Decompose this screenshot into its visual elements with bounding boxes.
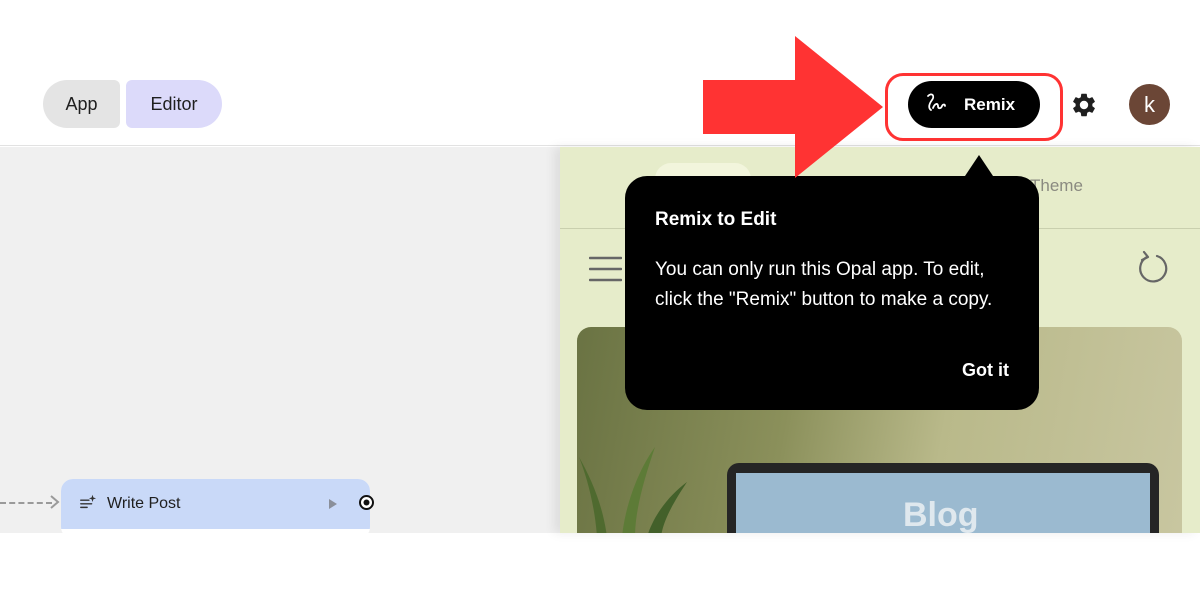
top-bar: App Editor Remix k	[0, 0, 1200, 146]
plant-illustration	[579, 447, 687, 533]
editor-canvas[interactable]: Write Post	[0, 147, 560, 539]
hero-blog-text: Blog	[903, 496, 979, 533]
node-write-post[interactable]: Write Post	[61, 479, 370, 539]
tooltip-title: Remix to Edit	[655, 209, 777, 230]
tab-editor[interactable]: Editor	[126, 80, 222, 128]
refresh-icon[interactable]	[1135, 250, 1171, 286]
avatar[interactable]: k	[1129, 84, 1170, 125]
tooltip-body: You can only run this Opal app. To edit,…	[655, 259, 993, 310]
node-header[interactable]: Write Post	[61, 479, 370, 529]
remix-icon	[924, 90, 948, 119]
edge-arrowhead-icon	[50, 495, 60, 509]
hamburger-icon[interactable]	[589, 255, 622, 283]
node-title: Write Post	[107, 495, 181, 512]
remix-button-label: Remix	[964, 94, 1016, 114]
incoming-edge	[0, 502, 52, 504]
node-generate-icon	[79, 493, 97, 516]
screen: App Editor Remix k Write Post Theme Blog…	[0, 0, 1200, 600]
remix-button[interactable]: Remix	[908, 81, 1040, 128]
remix-tooltip: Remix to Edit You can only run this Opal…	[625, 176, 1039, 410]
tab-app[interactable]: App	[43, 80, 120, 128]
port-icon[interactable]	[358, 494, 375, 511]
gear-icon[interactable]	[1070, 91, 1098, 119]
annotation-arrow-icon	[703, 36, 883, 178]
got-it-button[interactable]: Got it	[962, 360, 1009, 381]
play-icon[interactable]	[328, 498, 338, 510]
